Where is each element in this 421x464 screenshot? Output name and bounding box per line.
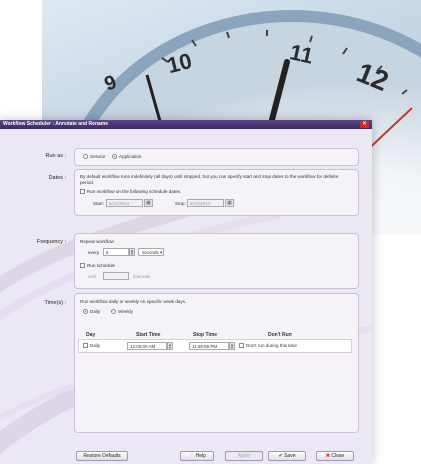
start-date-label: Start: (93, 201, 104, 206)
stop-time-field[interactable]: 11:59:59 PM (189, 342, 229, 350)
start-calendar-icon[interactable]: ▦ (144, 199, 153, 207)
service-radio[interactable] (83, 154, 88, 159)
dates-section: By default workflow runs indefinitely (a… (74, 169, 359, 216)
application-radio[interactable] (112, 154, 117, 159)
day-cell: Daily (90, 343, 101, 348)
start-time-spinner[interactable]: ▲ ▼ (167, 342, 173, 350)
help-button-label: Help (195, 453, 206, 459)
times-section: Run workflow daily or weekly on specific… (74, 293, 359, 433)
frequency-section: Repeat workflow every 5 ▲ ▼ seconds ▾ Run… (74, 233, 359, 289)
save-button[interactable]: ✔ Save (268, 451, 306, 461)
stop-date-label: Stop: (175, 201, 186, 206)
dont-run-label: Don't run during this time (246, 343, 297, 348)
save-check-icon: ✔ (278, 453, 283, 459)
apply-button[interactable]: Apply (225, 451, 263, 461)
day-row-checkbox[interactable] (83, 343, 88, 348)
schedule-dates-checkbox[interactable] (80, 189, 85, 194)
times-description: Run workflow daily or weekly on specific… (80, 299, 187, 304)
start-date-field[interactable]: 6/12/2014 (106, 199, 143, 207)
run-schedule-label: Run schedule (87, 263, 116, 268)
service-radio-label: Service (90, 154, 106, 159)
run-as-label: Run as : (45, 153, 66, 159)
close-window-icon[interactable]: × (360, 121, 369, 128)
window-title: Workflow Scheduler : Annotate and Rename (3, 121, 109, 127)
weekly-radio[interactable] (111, 309, 116, 314)
dates-label: Dates : (48, 175, 66, 181)
close-button-label: Close (331, 453, 345, 459)
intervals-field[interactable] (103, 272, 129, 280)
times-label: Time(s) : (44, 300, 67, 306)
until-label: until (88, 274, 97, 279)
column-header-stop-time: Stop Time (193, 332, 218, 338)
chevron-down-icon: ▾ (160, 250, 163, 255)
intervals-label: intervals (133, 274, 151, 279)
scheduler-window: Workflow Scheduler : Annotate and Rename… (0, 120, 372, 464)
column-header-start-time: Start Time (136, 332, 161, 338)
stop-date-field[interactable]: 6/13/2014 (187, 199, 224, 207)
daily-radio-label: Daily (90, 309, 101, 314)
column-header-dont-run: Don't Run (268, 332, 292, 338)
interval-unit-value: seconds (142, 250, 159, 255)
run-as-section: Service Application (74, 148, 359, 166)
dont-run-checkbox[interactable] (239, 343, 244, 348)
start-time-field[interactable]: 12:00:00 AM (127, 342, 167, 350)
every-value-field[interactable]: 5 (103, 248, 129, 256)
save-button-label: Save (284, 453, 296, 459)
help-button[interactable]: ❔ Help (180, 451, 214, 461)
close-button[interactable]: ✖ Close (316, 451, 354, 461)
close-x-icon: ✖ (325, 453, 330, 459)
daily-radio[interactable] (83, 309, 88, 314)
help-icon: ❔ (188, 453, 195, 459)
run-schedule-checkbox[interactable] (80, 263, 85, 268)
dates-description: By default workflow runs indefinitely (a… (80, 174, 339, 185)
table-row: Daily 12:00:00 AM ▲ ▼ 11:59:59 PM ▲ ▼ Don'… (78, 339, 352, 353)
frequency-label: Frequency : (36, 239, 66, 245)
stop-time-spinner[interactable]: ▲ ▼ (229, 342, 235, 350)
stop-calendar-icon[interactable]: ▦ (225, 199, 234, 207)
every-label: every (88, 250, 100, 255)
every-spinner[interactable]: ▲ ▼ (129, 248, 135, 256)
weekly-radio-label: Weekly (118, 309, 133, 314)
repeat-workflow-label: Repeat workflow (80, 239, 114, 244)
application-radio-label: Application (119, 154, 142, 159)
title-bar: Workflow Scheduler : Annotate and Rename… (0, 120, 372, 129)
schedule-dates-checkbox-label: Run workflow on the following schedule d… (87, 189, 182, 194)
column-header-day: Day (86, 332, 96, 338)
interval-unit-dropdown[interactable]: seconds ▾ (138, 248, 164, 256)
restore-defaults-button[interactable]: Restore Defaults (76, 451, 128, 461)
